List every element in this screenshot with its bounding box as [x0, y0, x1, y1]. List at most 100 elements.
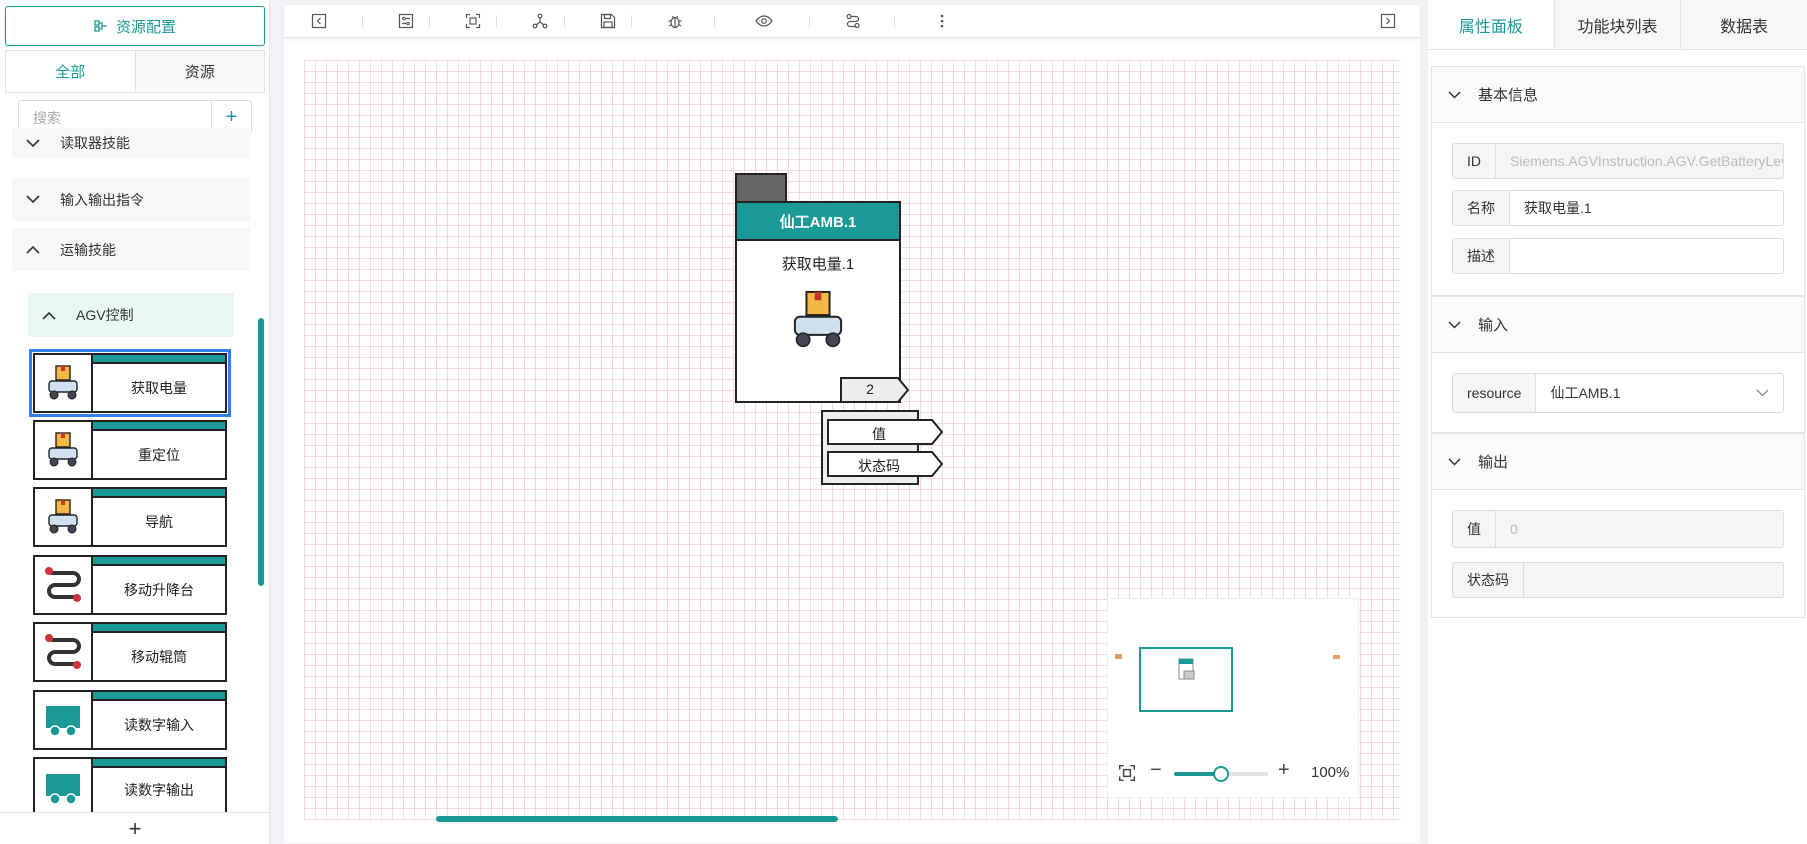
output-port-value[interactable]: 值	[827, 419, 945, 445]
left-scrollbar[interactable]	[258, 318, 264, 586]
skill-item-read-digital-output[interactable]: 读数字输出	[33, 757, 227, 812]
resource-select-value: 仙工AMB.1	[1550, 385, 1621, 401]
id-input[interactable]: Siemens.AGVInstruction.AGV.GetBatteryLev…	[1496, 144, 1783, 178]
field-label: ID	[1453, 144, 1496, 178]
debug-bug-icon[interactable]	[664, 10, 686, 32]
section-title: 输入	[1478, 317, 1509, 334]
item-band	[93, 692, 225, 701]
zoom-out-icon[interactable]: −	[1150, 759, 1162, 782]
toolbar-divider	[714, 15, 715, 27]
category-transport-skills[interactable]: 运输技能	[12, 228, 250, 271]
name-input[interactable]: 获取电量.1	[1510, 191, 1783, 225]
node-port-count[interactable]: 2	[840, 377, 910, 403]
agv-robot-icon	[35, 422, 93, 478]
chevron-down-icon	[26, 195, 60, 204]
basic-info-header[interactable]: 基本信息	[1432, 67, 1804, 123]
canvas-horizontal-scrollbar[interactable]	[436, 816, 838, 822]
fit-frame-icon[interactable]	[462, 10, 484, 32]
output-port-status[interactable]: 状态码	[827, 451, 945, 477]
skill-item-relocate[interactable]: 重定位	[33, 420, 227, 480]
node-tab	[735, 173, 787, 203]
function-block-node[interactable]: 仙工AMB.1 获取电量.1	[735, 173, 901, 403]
skill-item-move-lift[interactable]: 移动升降台	[33, 555, 227, 615]
chevron-down-icon	[1448, 320, 1478, 329]
item-band	[93, 422, 225, 431]
agv-robot-icon	[35, 355, 93, 411]
chevron-down-icon	[1448, 90, 1478, 99]
left-tabs: 全部 资源	[5, 50, 265, 93]
item-label: 移动辊筒	[131, 648, 187, 665]
subcategory-agv-control[interactable]: AGV控制	[28, 293, 234, 337]
add-item-button[interactable]: +	[0, 812, 270, 844]
chevron-up-icon	[26, 245, 60, 254]
tab-function-blocks[interactable]: 功能块列表	[1553, 0, 1681, 49]
port-count-label: 2	[866, 381, 874, 397]
left-panel: 资源配置 全部 资源 + 读取器技能 输入输出指令 运输技能 AGV控制 获取电…	[0, 0, 270, 844]
collapse-right-icon[interactable]	[1377, 10, 1399, 32]
output-header[interactable]: 输出	[1432, 434, 1804, 490]
name-field: 名称 获取电量.1	[1452, 190, 1784, 226]
node-header: 仙工AMB.1	[735, 201, 901, 241]
field-label: 值	[1453, 511, 1496, 547]
zoom-in-icon[interactable]: +	[1278, 759, 1290, 782]
value-input[interactable]: 0	[1496, 511, 1783, 547]
status-code-input[interactable]	[1524, 563, 1783, 597]
toolbar-divider	[429, 15, 430, 27]
subcategory-label: AGV控制	[76, 307, 134, 323]
output-port-label: 状态码	[858, 458, 900, 474]
field-label: 描述	[1453, 239, 1510, 273]
settings-sliders-icon[interactable]	[395, 10, 417, 32]
tab-resource[interactable]: 资源	[134, 50, 265, 92]
item-band	[93, 624, 225, 633]
tab-all[interactable]: 全部	[5, 50, 135, 92]
value-field: 值 0	[1452, 510, 1784, 548]
resource-config-button[interactable]: 资源配置	[5, 6, 265, 46]
toolbar-divider	[631, 15, 632, 27]
fit-frame-icon[interactable]	[1118, 764, 1136, 782]
status-code-field: 状态码	[1452, 562, 1784, 598]
field-label: 名称	[1453, 191, 1510, 225]
more-vertical-icon[interactable]	[931, 10, 953, 32]
section-title: 基本信息	[1478, 87, 1539, 104]
zoom-slider-thumb[interactable]	[1213, 766, 1229, 782]
description-field: 描述	[1452, 238, 1784, 274]
zoom-controls: − + 100%	[1118, 758, 1358, 788]
skill-item-navigate[interactable]: 导航	[33, 487, 227, 547]
output-port-label: 值	[872, 426, 886, 442]
item-band	[93, 759, 225, 768]
preview-eye-icon[interactable]	[753, 10, 775, 32]
category-io-instructions[interactable]: 输入输出指令	[12, 178, 250, 221]
input-section: 输入 resource 仙工AMB.1	[1431, 296, 1805, 433]
item-label: 读数字输入	[124, 716, 194, 733]
resource-select[interactable]: 仙工AMB.1	[1536, 374, 1783, 412]
item-band	[93, 557, 225, 566]
agv-robot-icon	[785, 287, 851, 353]
chevron-down-icon	[1448, 457, 1478, 466]
save-icon[interactable]	[597, 10, 619, 32]
tab-data-table[interactable]: 数据表	[1680, 0, 1807, 49]
description-input[interactable]	[1510, 239, 1783, 273]
toolbar-divider	[894, 15, 895, 27]
field-label: resource	[1453, 374, 1537, 412]
minimap-node-icon	[1177, 657, 1197, 683]
minimap-marker	[1115, 654, 1122, 659]
zoom-level: 100%	[1311, 764, 1350, 781]
item-label: 读数字输出	[124, 782, 194, 798]
skill-item-get-battery[interactable]: 获取电量	[29, 349, 231, 417]
tab-properties[interactable]: 属性面板	[1428, 0, 1554, 49]
toolbar-divider	[496, 15, 497, 27]
right-tabs: 属性面板 功能块列表 数据表	[1428, 0, 1807, 50]
category-reader-skills[interactable]: 读取器技能	[12, 128, 250, 158]
collapse-left-icon[interactable]	[308, 10, 330, 32]
id-field: ID Siemens.AGVInstruction.AGV.GetBattery…	[1452, 143, 1784, 179]
input-header[interactable]: 输入	[1432, 297, 1804, 353]
resource-field: resource 仙工AMB.1	[1452, 373, 1784, 413]
item-band	[93, 489, 225, 498]
category-label: 运输技能	[60, 241, 116, 258]
chevron-up-icon	[42, 311, 76, 320]
share-nodes-icon[interactable]	[529, 10, 551, 32]
skill-item-read-digital-input[interactable]: 读数字输入	[33, 690, 227, 750]
item-label: 获取电量	[131, 379, 187, 396]
skill-item-move-roller[interactable]: 移动辊筒	[33, 622, 227, 682]
flow-link-icon[interactable]	[842, 10, 864, 32]
